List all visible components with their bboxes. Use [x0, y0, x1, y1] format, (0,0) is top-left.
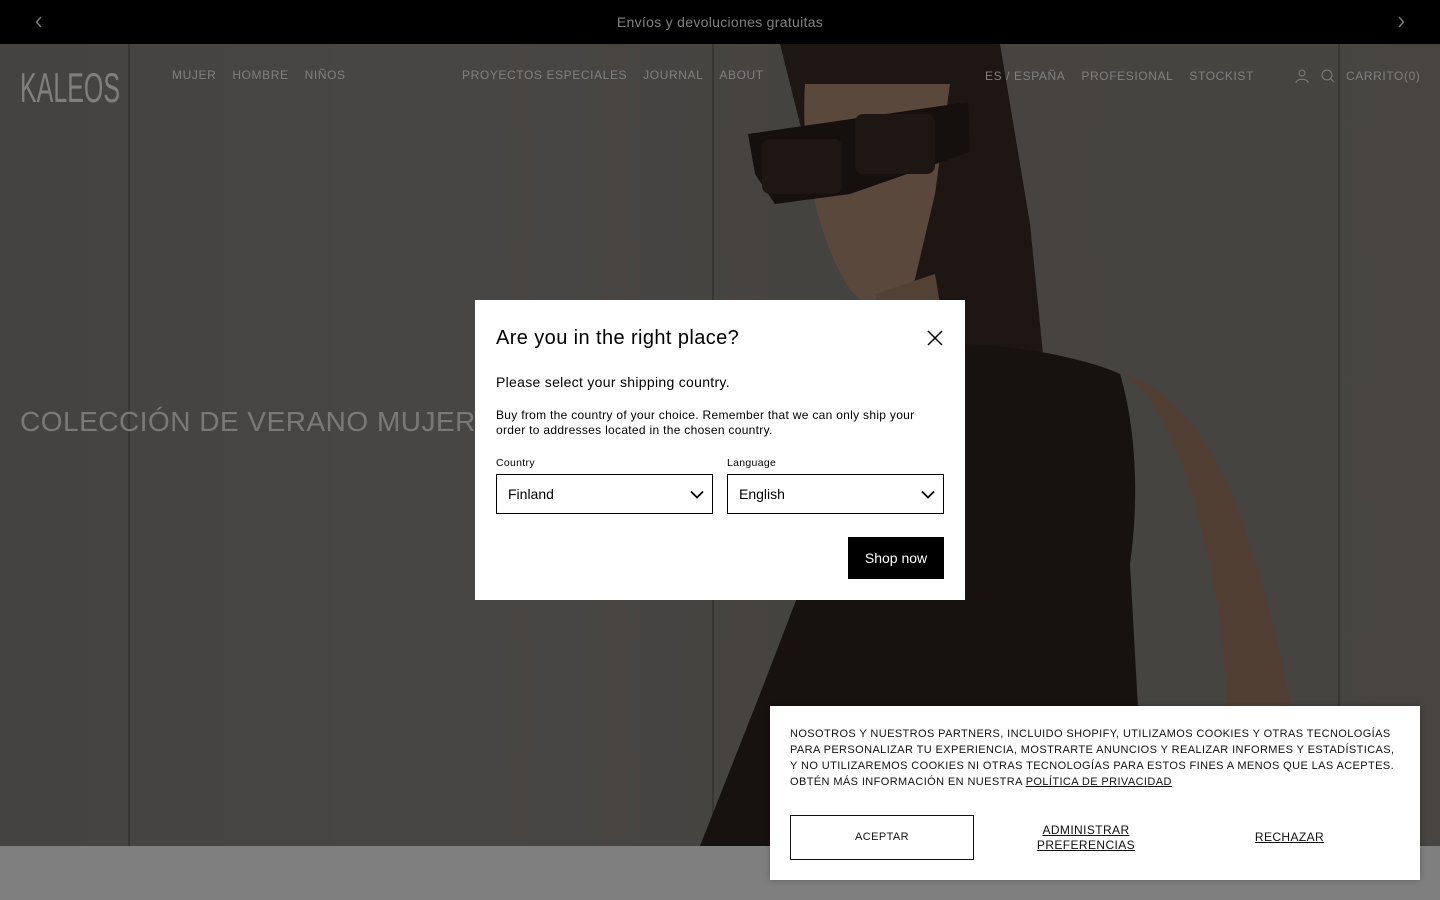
close-icon[interactable] [925, 328, 945, 348]
reject-cookies-button[interactable]: RECHAZAR [1179, 815, 1400, 860]
country-selector-modal: Are you in the right place? Please selec… [475, 300, 965, 600]
accept-cookies-button[interactable]: ACEPTAR [790, 815, 974, 860]
country-field: Country Finland [496, 457, 713, 514]
language-label: Language [727, 457, 777, 469]
cookie-banner: Nosotros y nuestros partners, incluido S… [770, 706, 1420, 880]
country-select-value: Finland [508, 486, 554, 502]
language-select-value: English [739, 486, 785, 502]
language-select[interactable]: English [727, 474, 944, 514]
cookie-actions: ACEPTAR ADMINISTRAR PREFERENCIAS RECHAZA… [790, 815, 1400, 860]
manage-preferences-button[interactable]: ADMINISTRAR PREFERENCIAS [993, 815, 1179, 860]
privacy-policy-link[interactable]: Política de privacidad [1026, 776, 1172, 788]
shop-now-button[interactable]: Shop now [848, 537, 944, 579]
chevron-down-icon [690, 490, 704, 499]
chevron-down-icon [921, 490, 935, 499]
cookie-text: Nosotros y nuestros partners, incluido S… [790, 726, 1400, 790]
modal-fields: Country Finland Language English [496, 457, 944, 514]
modal-title: Are you in the right place? [496, 327, 740, 349]
language-field: Language English [727, 457, 944, 514]
country-label: Country [496, 457, 535, 469]
modal-subtitle: Please select your shipping country. [496, 374, 730, 390]
modal-description: Buy from the country of your choice. Rem… [496, 408, 915, 437]
country-select[interactable]: Finland [496, 474, 713, 514]
